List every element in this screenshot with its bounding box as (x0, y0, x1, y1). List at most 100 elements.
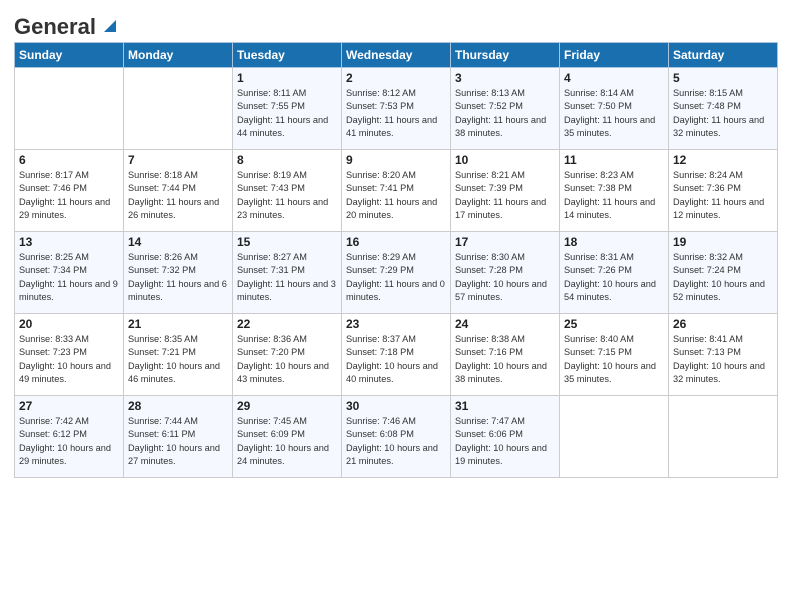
day-cell: 19 Sunrise: 8:32 AMSunset: 7:24 PMDayligh… (669, 232, 778, 314)
day-cell: 6Sunrise: 8:17 AMSunset: 7:46 PMDaylight… (15, 150, 124, 232)
day-info: Sunrise: 7:45 AMSunset: 6:09 PMDaylight:… (237, 415, 337, 468)
day-info: Sunrise: 8:41 AMSunset: 7:13 PMDaylight:… (673, 333, 773, 386)
day-cell: 20 Sunrise: 8:33 AMSunset: 7:23 PMDayligh… (15, 314, 124, 396)
day-number: 22 (237, 317, 337, 331)
header-row: Sunday Monday Tuesday Wednesday Thursday… (15, 43, 778, 68)
day-cell: 31 Sunrise: 7:47 AMSunset: 6:06 PMDayligh… (451, 396, 560, 478)
day-cell (124, 68, 233, 150)
day-info: Sunrise: 8:37 AMSunset: 7:18 PMDaylight:… (346, 333, 446, 386)
day-info: Sunrise: 8:15 AMSunset: 7:48 PMDaylight:… (673, 87, 773, 140)
col-tuesday: Tuesday (233, 43, 342, 68)
day-cell (560, 396, 669, 478)
day-info: Sunrise: 8:29 AMSunset: 7:29 PMDaylight:… (346, 251, 446, 304)
day-cell: 29 Sunrise: 7:45 AMSunset: 6:09 PMDayligh… (233, 396, 342, 478)
day-cell: 10Sunrise: 8:21 AMSunset: 7:39 PMDayligh… (451, 150, 560, 232)
day-number: 27 (19, 399, 119, 413)
day-number: 12 (673, 153, 773, 167)
day-info: Sunrise: 8:18 AMSunset: 7:44 PMDaylight:… (128, 169, 228, 222)
col-saturday: Saturday (669, 43, 778, 68)
day-info: Sunrise: 8:20 AMSunset: 7:41 PMDaylight:… (346, 169, 446, 222)
day-info: Sunrise: 8:24 AMSunset: 7:36 PMDaylight:… (673, 169, 773, 222)
logo-general: General (14, 14, 96, 40)
day-info: Sunrise: 8:11 AMSunset: 7:55 PMDaylight:… (237, 87, 337, 140)
day-number: 1 (237, 71, 337, 85)
day-cell: 30 Sunrise: 7:46 AMSunset: 6:08 PMDayligh… (342, 396, 451, 478)
day-number: 9 (346, 153, 446, 167)
day-info: Sunrise: 8:35 AMSunset: 7:21 PMDaylight:… (128, 333, 228, 386)
col-sunday: Sunday (15, 43, 124, 68)
day-number: 25 (564, 317, 664, 331)
header: General (14, 10, 778, 36)
day-info: Sunrise: 7:42 AMSunset: 6:12 PMDaylight:… (19, 415, 119, 468)
day-cell: 13 Sunrise: 8:25 AMSunset: 7:34 PMDayligh… (15, 232, 124, 314)
day-cell (15, 68, 124, 150)
day-number: 4 (564, 71, 664, 85)
day-number: 11 (564, 153, 664, 167)
day-cell (669, 396, 778, 478)
col-thursday: Thursday (451, 43, 560, 68)
day-number: 28 (128, 399, 228, 413)
day-cell: 14Sunrise: 8:26 AMSunset: 7:32 PMDayligh… (124, 232, 233, 314)
day-number: 20 (19, 317, 119, 331)
day-info: Sunrise: 7:44 AMSunset: 6:11 PMDaylight:… (128, 415, 228, 468)
col-friday: Friday (560, 43, 669, 68)
day-info: Sunrise: 8:38 AMSunset: 7:16 PMDaylight:… (455, 333, 555, 386)
calendar-header: Sunday Monday Tuesday Wednesday Thursday… (15, 43, 778, 68)
day-info: Sunrise: 8:27 AMSunset: 7:31 PMDaylight:… (237, 251, 337, 304)
day-number: 6 (19, 153, 119, 167)
day-number: 31 (455, 399, 555, 413)
day-info: Sunrise: 8:40 AMSunset: 7:15 PMDaylight:… (564, 333, 664, 386)
day-cell: 8Sunrise: 8:19 AMSunset: 7:43 PMDaylight… (233, 150, 342, 232)
day-cell: 9 Sunrise: 8:20 AMSunset: 7:41 PMDaylight… (342, 150, 451, 232)
day-number: 16 (346, 235, 446, 249)
day-number: 17 (455, 235, 555, 249)
day-cell: 28 Sunrise: 7:44 AMSunset: 6:11 PMDayligh… (124, 396, 233, 478)
day-info: Sunrise: 8:12 AMSunset: 7:53 PMDaylight:… (346, 87, 446, 140)
week-row-2: 13 Sunrise: 8:25 AMSunset: 7:34 PMDayligh… (15, 232, 778, 314)
day-cell: 11 Sunrise: 8:23 AMSunset: 7:38 PMDayligh… (560, 150, 669, 232)
day-info: Sunrise: 8:25 AMSunset: 7:34 PMDaylight:… (19, 251, 119, 304)
week-row-0: 1 Sunrise: 8:11 AMSunset: 7:55 PMDaylight… (15, 68, 778, 150)
day-number: 19 (673, 235, 773, 249)
day-cell: 4 Sunrise: 8:14 AMSunset: 7:50 PMDaylight… (560, 68, 669, 150)
day-cell: 22 Sunrise: 8:36 AMSunset: 7:20 PMDayligh… (233, 314, 342, 396)
day-info: Sunrise: 7:47 AMSunset: 6:06 PMDaylight:… (455, 415, 555, 468)
day-info: Sunrise: 8:14 AMSunset: 7:50 PMDaylight:… (564, 87, 664, 140)
day-info: Sunrise: 7:46 AMSunset: 6:08 PMDaylight:… (346, 415, 446, 468)
day-number: 24 (455, 317, 555, 331)
day-info: Sunrise: 8:23 AMSunset: 7:38 PMDaylight:… (564, 169, 664, 222)
day-cell: 7 Sunrise: 8:18 AMSunset: 7:44 PMDaylight… (124, 150, 233, 232)
day-cell: 23Sunrise: 8:37 AMSunset: 7:18 PMDayligh… (342, 314, 451, 396)
day-info: Sunrise: 8:30 AMSunset: 7:28 PMDaylight:… (455, 251, 555, 304)
page-container: General Sunday Monday Tuesday Wednesday … (0, 0, 792, 488)
day-number: 15 (237, 235, 337, 249)
day-info: Sunrise: 8:13 AMSunset: 7:52 PMDaylight:… (455, 87, 555, 140)
week-row-1: 6Sunrise: 8:17 AMSunset: 7:46 PMDaylight… (15, 150, 778, 232)
day-cell: 25 Sunrise: 8:40 AMSunset: 7:15 PMDayligh… (560, 314, 669, 396)
day-cell: 26 Sunrise: 8:41 AMSunset: 7:13 PMDayligh… (669, 314, 778, 396)
day-number: 7 (128, 153, 228, 167)
day-cell: 3 Sunrise: 8:13 AMSunset: 7:52 PMDaylight… (451, 68, 560, 150)
day-info: Sunrise: 8:19 AMSunset: 7:43 PMDaylight:… (237, 169, 337, 222)
day-cell: 24 Sunrise: 8:38 AMSunset: 7:16 PMDayligh… (451, 314, 560, 396)
day-info: Sunrise: 8:33 AMSunset: 7:23 PMDaylight:… (19, 333, 119, 386)
day-cell: 27 Sunrise: 7:42 AMSunset: 6:12 PMDayligh… (15, 396, 124, 478)
day-number: 30 (346, 399, 446, 413)
day-number: 14 (128, 235, 228, 249)
day-cell: 21Sunrise: 8:35 AMSunset: 7:21 PMDayligh… (124, 314, 233, 396)
day-number: 26 (673, 317, 773, 331)
day-info: Sunrise: 8:32 AMSunset: 7:24 PMDaylight:… (673, 251, 773, 304)
day-number: 13 (19, 235, 119, 249)
day-cell: 5Sunrise: 8:15 AMSunset: 7:48 PMDaylight… (669, 68, 778, 150)
day-info: Sunrise: 8:36 AMSunset: 7:20 PMDaylight:… (237, 333, 337, 386)
day-cell: 16 Sunrise: 8:29 AMSunset: 7:29 PMDayligh… (342, 232, 451, 314)
logo-icon (98, 14, 120, 36)
day-number: 3 (455, 71, 555, 85)
week-row-3: 20 Sunrise: 8:33 AMSunset: 7:23 PMDayligh… (15, 314, 778, 396)
day-cell: 12 Sunrise: 8:24 AMSunset: 7:36 PMDayligh… (669, 150, 778, 232)
day-cell: 18Sunrise: 8:31 AMSunset: 7:26 PMDayligh… (560, 232, 669, 314)
day-cell: 15 Sunrise: 8:27 AMSunset: 7:31 PMDayligh… (233, 232, 342, 314)
day-number: 29 (237, 399, 337, 413)
day-cell: 17 Sunrise: 8:30 AMSunset: 7:28 PMDayligh… (451, 232, 560, 314)
day-cell: 2Sunrise: 8:12 AMSunset: 7:53 PMDaylight… (342, 68, 451, 150)
